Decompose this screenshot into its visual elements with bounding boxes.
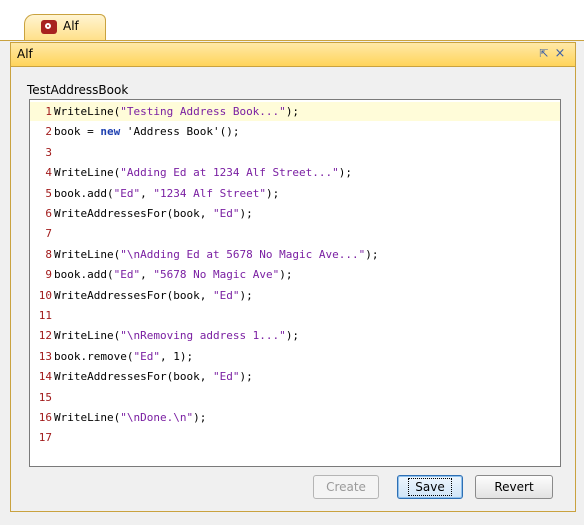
- panel-header: Alf ⇱ ×: [11, 43, 575, 67]
- string-literal: "Ed": [212, 207, 240, 220]
- line-number: 7: [45, 227, 52, 241]
- line-number: 9: [45, 268, 52, 282]
- file-name-label: TestAddressBook: [27, 83, 129, 97]
- string-literal: "Ed": [212, 288, 240, 302]
- code-text: );: [338, 166, 353, 180]
- line-number: 3: [45, 145, 52, 159]
- code-text: );: [193, 411, 207, 424]
- code-line[interactable]: 3: [30, 143, 560, 162]
- code-text: 'Address Book'();: [120, 125, 240, 139]
- code-line[interactable]: 8 WriteLine("\nAdding Ed at 5678 No Magic…: [30, 245, 560, 264]
- line-number: 6: [45, 207, 52, 220]
- code-line[interactable]: 13 book.remove("Ed", 1);: [30, 347, 560, 366]
- code-text: );: [239, 207, 253, 220]
- string-literal: "1234 Alf Street": [153, 186, 266, 200]
- code-line[interactable]: 16 WriteLine("\nDone.\n");: [30, 408, 560, 427]
- line-number: 2: [45, 125, 52, 139]
- line-number: 15: [38, 390, 52, 404]
- line-number: 1: [45, 105, 52, 118]
- code-line[interactable]: 1 WriteLine("Testing Address Book...");: [30, 102, 560, 121]
- code-text: WriteLine(: [54, 105, 121, 118]
- restore-icon[interactable]: ⇱: [538, 48, 550, 60]
- code-line[interactable]: 7: [30, 224, 560, 243]
- string-literal: "Ed": [212, 370, 240, 384]
- line-number: 13: [38, 349, 52, 363]
- save-button-label: Save: [408, 478, 452, 496]
- tab-label: Alf: [63, 19, 79, 33]
- line-number: 5: [45, 186, 52, 200]
- create-button[interactable]: Create: [313, 475, 379, 499]
- tab-alf[interactable]: Alf: [24, 14, 106, 40]
- line-number: 11: [38, 309, 52, 322]
- string-literal: "Ed": [113, 186, 141, 200]
- code-line[interactable]: 9 book.add("Ed", "5678 No Magic Ave");: [30, 265, 560, 284]
- code-text: );: [279, 268, 293, 282]
- code-text: );: [239, 370, 253, 384]
- string-literal: "Testing Address Book...": [120, 105, 286, 118]
- line-number: 8: [45, 247, 52, 261]
- code-line[interactable]: 2 book = new 'Address Book'();: [30, 122, 560, 141]
- code-line[interactable]: 17: [30, 428, 560, 447]
- code-text: );: [365, 247, 379, 261]
- panel-title: Alf: [17, 47, 33, 61]
- code-text: , 1);: [159, 349, 194, 363]
- code-text: );: [239, 288, 253, 302]
- code-line[interactable]: 6 WriteAddressesFor(book, "Ed");: [30, 204, 560, 223]
- code-line[interactable]: 14 WriteAddressesFor(book, "Ed");: [30, 367, 560, 386]
- line-number: 12: [38, 329, 52, 343]
- window: Alf Alf ⇱ × TestAddressBook 1 WriteLine("…: [0, 0, 584, 525]
- keyword: new: [100, 125, 121, 139]
- code-text: ,: [140, 268, 154, 282]
- string-literal: "5678 No Magic Ave": [153, 268, 280, 282]
- editor-panel: Alf ⇱ × TestAddressBook 1 WriteLine("Test…: [10, 42, 576, 512]
- revert-button[interactable]: Revert: [475, 475, 553, 499]
- line-number: 16: [38, 411, 52, 424]
- code-text: book =: [54, 125, 101, 139]
- code-line[interactable]: 11: [30, 306, 560, 325]
- code-text: book.remove(: [54, 349, 134, 363]
- string-literal: "\nAdding Ed at 5678 No Magic Ave...": [120, 247, 366, 261]
- code-text: WriteAddressesFor(book,: [54, 370, 213, 384]
- code-text: WriteLine(: [54, 247, 121, 261]
- string-literal: "Ed": [113, 268, 141, 282]
- code-text: );: [285, 105, 300, 118]
- code-text: WriteLine(: [54, 411, 121, 424]
- string-literal: "Ed": [133, 349, 160, 363]
- code-text: book.add(: [54, 186, 114, 200]
- line-number: 10: [38, 288, 52, 302]
- line-number: 4: [45, 166, 52, 180]
- code-text: WriteAddressesFor(book,: [54, 288, 213, 302]
- code-text: WriteAddressesFor(book,: [54, 207, 213, 220]
- code-text: ,: [140, 186, 154, 200]
- code-text: WriteLine(: [54, 329, 121, 343]
- string-literal: "\nRemoving address 1...": [120, 329, 286, 343]
- code-editor[interactable]: 1 WriteLine("Testing Address Book..."); 2 b…: [29, 99, 561, 467]
- close-icon[interactable]: ×: [554, 47, 566, 60]
- alf-logo-icon: [41, 20, 57, 34]
- code-text: book.add(: [54, 268, 114, 282]
- code-line[interactable]: 12 WriteLine("\nRemoving address 1...");: [30, 326, 560, 345]
- code-text: );: [285, 329, 300, 343]
- tab-strip: Alf: [0, 0, 584, 41]
- code-line[interactable]: 5 book.add("Ed", "1234 Alf Street");: [30, 184, 560, 203]
- line-number: 17: [38, 431, 52, 445]
- string-literal: "\nDone.\n": [120, 411, 194, 424]
- string-literal: "Adding Ed at 1234 Alf Street...": [120, 166, 339, 180]
- code-line[interactable]: 4 WriteLine("Adding Ed at 1234 Alf Street…: [30, 163, 560, 182]
- save-button[interactable]: Save: [397, 475, 463, 499]
- code-line[interactable]: 15: [30, 388, 560, 407]
- code-line[interactable]: 10 WriteAddressesFor(book, "Ed");: [30, 286, 560, 305]
- line-number: 14: [38, 370, 52, 384]
- code-text: WriteLine(: [54, 166, 121, 180]
- code-text: );: [265, 186, 280, 200]
